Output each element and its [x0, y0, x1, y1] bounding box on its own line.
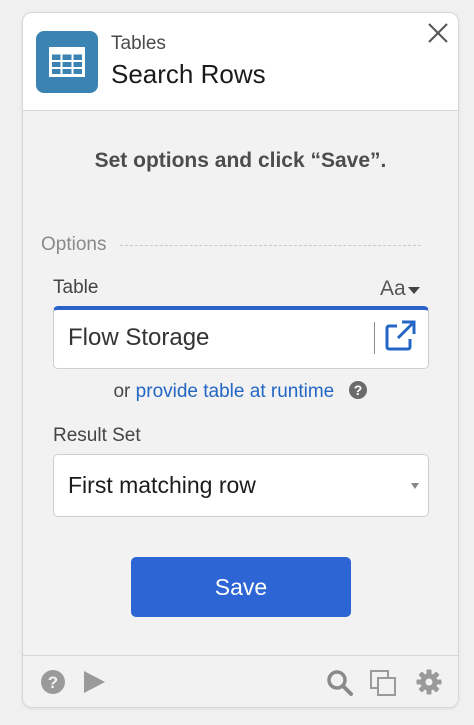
result-set-value: First matching row [68, 472, 256, 498]
copy-icon[interactable] [369, 669, 396, 696]
close-icon[interactable] [426, 21, 450, 45]
runtime-option-row: or provide table at runtime ? [23, 380, 458, 403]
header-title: Search Rows [111, 59, 266, 89]
search-icon[interactable] [326, 669, 353, 696]
header-subtitle: Tables [111, 33, 166, 54]
panel-footer: ? [23, 655, 458, 707]
input-mode-toggle[interactable]: Aa [380, 277, 420, 301]
instruction-text: Set options and click “Save”. [94, 149, 387, 172]
save-button[interactable]: Save [131, 557, 351, 617]
svg-text:?: ? [48, 673, 58, 692]
table-field-label: Table [53, 277, 99, 298]
caret-down-icon [407, 286, 420, 294]
input-mode-label: Aa [380, 277, 406, 300]
gear-icon[interactable] [416, 669, 442, 695]
result-set-label: Result Set [53, 425, 141, 446]
table-input[interactable]: Flow Storage [53, 306, 429, 369]
open-external-icon[interactable] [383, 319, 417, 353]
options-divider [120, 244, 421, 246]
result-set-select[interactable]: First matching row [53, 454, 429, 517]
svg-text:?: ? [353, 382, 362, 398]
options-section-header: Options [41, 233, 421, 257]
action-panel: Tables Search Rows Set options and click… [22, 12, 459, 708]
play-icon[interactable] [81, 669, 107, 695]
panel-header: Tables Search Rows [23, 13, 458, 111]
table-icon [36, 31, 98, 93]
dropdown-caret-icon [411, 483, 419, 489]
options-label: Options [41, 234, 107, 255]
help-icon[interactable]: ? [40, 669, 66, 695]
help-icon[interactable]: ? [348, 380, 368, 400]
table-input-value: Flow Storage [68, 324, 210, 351]
input-divider [374, 322, 375, 354]
runtime-prefix: or [113, 381, 131, 402]
provide-at-runtime-link[interactable]: provide table at runtime [136, 381, 335, 402]
